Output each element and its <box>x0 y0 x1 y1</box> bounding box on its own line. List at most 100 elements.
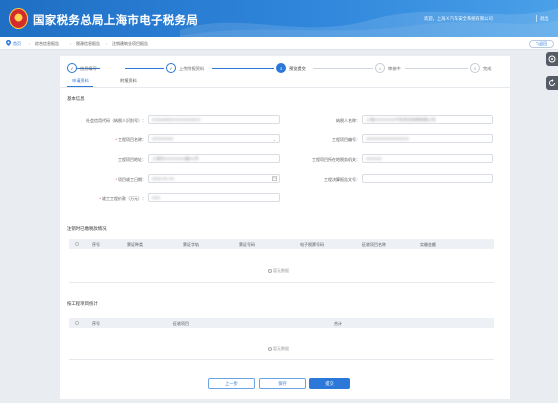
project-stats-empty-state: 暂无数据 <box>268 346 289 352</box>
settlement-amount-value: XXX <box>152 195 161 200</box>
active-tab-indicator <box>67 86 93 87</box>
header-divider <box>536 15 537 22</box>
submit-button[interactable]: 提交 <box>309 378 350 389</box>
step-4-circle: 4 <box>375 63 385 73</box>
taxpayer-name-value: 上海XXXXXXXX汽车安全系统有限公司 <box>366 117 436 122</box>
completion-date-value: 2019-XX-XX <box>152 176 175 181</box>
settlement-doc-label-text: 工程决算报告文号： <box>324 177 360 182</box>
project-address-label: 工程项目地址： <box>80 157 146 163</box>
project-tax-org-label-text: 工程项目所在地税务机关： <box>312 157 360 162</box>
side-float-button-refresh[interactable] <box>546 76 558 90</box>
welcome-text: 欢迎，上海Ｘ汽车安全系统有限公司 <box>424 16 493 21</box>
select-all-checkbox[interactable] <box>75 242 79 246</box>
breadcrumb: 首页 › 综合信息报告 › 税源信息报告 › 注销建筑业项目报告 <box>0 37 558 50</box>
column-header: 票证字轨 <box>183 242 199 247</box>
column-header: 征收项目 <box>173 321 189 326</box>
step-connector <box>405 68 468 69</box>
breadcrumb-separator: › <box>70 41 72 46</box>
step-5-label: 完成 <box>483 66 492 71</box>
taxpayer-name-label-text: 纳税人名称： <box>336 118 360 123</box>
breadcrumb-separator: › <box>106 41 108 46</box>
empty-text: 暂无数据 <box>273 346 289 351</box>
taxpayer-name-field[interactable]: 上海XXXXXXXX汽车安全系统有限公司 <box>362 115 493 124</box>
project-address-label-text: 工程项目地址： <box>118 157 146 162</box>
step-4-number: 4 <box>378 66 382 71</box>
back-button[interactable]: ⮌返回 <box>529 40 554 48</box>
previous-step-button[interactable]: 上一步 <box>208 378 255 389</box>
save-button[interactable]: 保存 <box>259 378 306 389</box>
settlement-doc-label: 工程决算报告文号： <box>300 177 360 183</box>
step-3-circle: 3 <box>276 63 286 73</box>
settlement-doc-field[interactable] <box>362 174 493 183</box>
breadcrumb-tax-source-report[interactable]: 税源信息报告 <box>76 41 100 47</box>
refresh-icon <box>549 79 555 86</box>
column-header: 电子税票号码 <box>300 242 324 247</box>
credit-code-value: 91310000XXXXXXXX0373 <box>152 117 201 122</box>
empty-text: 暂无数据 <box>273 268 289 273</box>
completion-date-picker[interactable]: 2019-XX-XX <box>148 174 280 183</box>
step-connector <box>313 68 373 69</box>
breadcrumb-separator: › <box>29 41 31 46</box>
breadcrumb-comprehensive-report[interactable]: 综合信息报告 <box>35 41 59 47</box>
step-3-number: 3 <box>279 66 283 71</box>
project-stats-table-header: 序号 征收项目 合计 <box>69 318 494 328</box>
step-5-number: 5 <box>473 66 477 71</box>
check-icon: ✓ <box>70 66 74 71</box>
step-2-circle: ✓ <box>166 63 176 73</box>
column-header: 合计 <box>334 321 342 326</box>
credit-code-label: 社会信用代码（纳税人识别号）： <box>80 118 146 124</box>
step-connector <box>212 68 274 69</box>
project-name-value: XXXXXXXX <box>152 136 174 141</box>
banner-wave-decoration <box>180 8 558 37</box>
step-1-label: 信息填写 <box>80 66 97 71</box>
project-tax-org-field[interactable]: XXXXXX <box>362 154 493 163</box>
project-name-select[interactable]: XXXXXXXX ⌄ <box>148 134 280 143</box>
back-button-label: 返回 <box>539 41 548 46</box>
step-2-label: 上传附报资料 <box>179 66 205 71</box>
paid-tax-empty-state: 暂无数据 <box>268 268 289 274</box>
calendar-icon <box>272 176 277 181</box>
project-code-label: 工程项目编号： <box>300 137 360 143</box>
empty-info-icon <box>268 347 272 351</box>
tax-emblem-logo <box>9 8 28 29</box>
completion-date-label: * 项目竣工日期： <box>80 177 146 183</box>
tab-divider <box>60 87 510 88</box>
column-header: 序号 <box>92 242 100 247</box>
credit-code-label-text: 社会信用代码（纳税人识别号）： <box>86 118 146 123</box>
basic-info-title: 基本信息 <box>67 96 85 101</box>
step-connector <box>125 68 164 69</box>
breadcrumb-home[interactable]: 首页 <box>13 41 21 47</box>
side-float-button-view[interactable] <box>546 52 558 66</box>
step-4-label: 审核中 <box>388 66 401 71</box>
project-code-field[interactable]: XXXXXXXXXXXXXXXX <box>362 134 493 143</box>
tab-attached-materials[interactable]: 附报资料 <box>120 78 137 84</box>
logout-link[interactable]: 退出 <box>540 16 549 22</box>
column-header: 票证种类 <box>127 242 143 247</box>
settlement-amount-label: * 竣工工程价款（万元）： <box>80 196 146 202</box>
select-all-checkbox[interactable] <box>75 321 79 325</box>
paid-tax-table-header: 序号 票证种类 票证字轨 票证号码 电子税票号码 征收项目名称 实缴金额 <box>69 239 494 249</box>
settlement-amount-field[interactable]: XXX <box>148 193 280 202</box>
project-address-field[interactable]: 上海市XXXXXXXX路XX号 <box>148 154 280 163</box>
step-3-label: 预览提交 <box>289 66 306 71</box>
settlement-amount-label-text: 竣工工程价款（万元）： <box>102 196 146 201</box>
column-header: 实缴金额 <box>420 242 436 247</box>
project-stats-section-title: 按工程项目统计 <box>67 301 98 306</box>
eye-icon <box>548 55 556 63</box>
empty-info-icon <box>268 269 272 273</box>
project-tax-org-value: XXXXXX <box>366 156 383 161</box>
project-code-label-text: 工程项目编号： <box>332 137 360 142</box>
table-bottom-border <box>69 359 494 360</box>
project-address-value: 上海市XXXXXXXX路XX号 <box>152 156 199 161</box>
table-bottom-border <box>69 282 494 283</box>
column-header: 票证号码 <box>239 242 255 247</box>
tab-application-materials[interactable]: 申请资料 <box>72 78 89 84</box>
column-header: 序号 <box>92 321 100 326</box>
site-title: 国家税务总局上海市电子税务局 <box>33 15 199 27</box>
breadcrumb-current: 注销建筑业项目报告 <box>112 41 148 46</box>
completion-date-label-text: 项目竣工日期： <box>118 177 146 182</box>
top-banner: 国家税务总局上海市电子税务局 欢迎，上海Ｘ汽车安全系统有限公司 退出 <box>0 0 558 37</box>
project-code-value: XXXXXXXXXXXXXXXX <box>366 136 409 141</box>
chevron-down-icon: ⌄ <box>272 137 276 142</box>
credit-code-field[interactable]: 91310000XXXXXXXX0373 <box>148 115 280 124</box>
